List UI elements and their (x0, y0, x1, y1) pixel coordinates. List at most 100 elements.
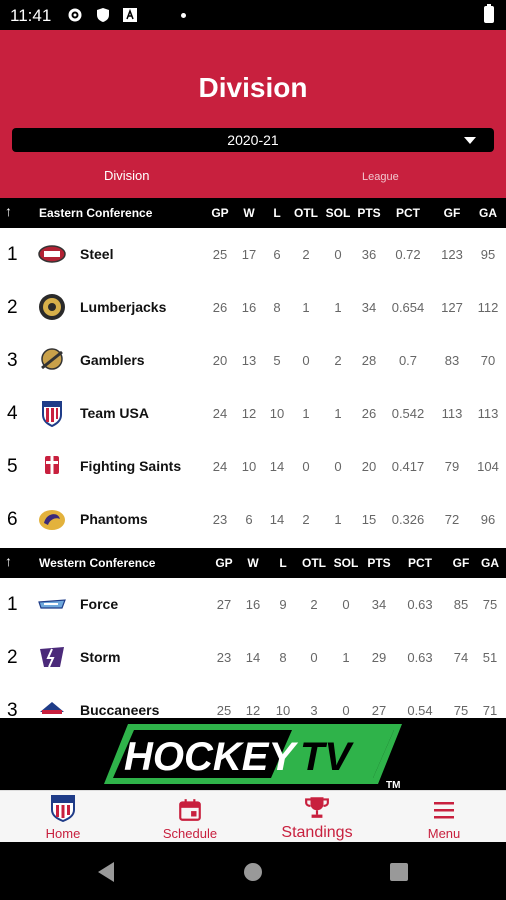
stat-pts: 36 (361, 247, 377, 262)
nav-home-label: Home (45, 826, 81, 841)
stat-pts: 28 (361, 353, 377, 368)
trademark-mark: TM (386, 780, 400, 790)
stat-ga: 75 (482, 597, 498, 612)
back-triangle-icon[interactable] (98, 862, 114, 882)
col-header-otl[interactable]: OTL (288, 206, 324, 220)
col-header-otl[interactable]: OTL (296, 556, 332, 570)
nav-home[interactable]: Home (0, 791, 126, 843)
table-row-storm[interactable]: 2 Storm 23 14 8 0 1 29 0.63 74 51 (0, 631, 506, 684)
stat-gf: 83 (444, 353, 460, 368)
nav-schedule-label: Schedule (162, 826, 218, 841)
force-logo-icon (38, 599, 66, 609)
status-bar: 11:41 (0, 0, 506, 30)
table-row-phantoms[interactable]: 6 Phantoms 23 6 14 2 1 15 0.326 72 96 (0, 493, 506, 546)
sort-arrow-up-icon[interactable]: ↑ (5, 203, 12, 219)
table-row-force[interactable]: 1 Force 27 16 9 2 0 34 0.63 85 75 (0, 578, 506, 631)
battery-icon (484, 4, 494, 23)
stat-pts: 27 (371, 703, 387, 718)
stat-ga: 112 (477, 300, 499, 315)
col-header-pts[interactable]: PTS (361, 556, 397, 570)
storm-logo-icon (40, 647, 64, 668)
conference-name: Western Conference (39, 556, 156, 570)
team-name: Gamblers (80, 352, 145, 368)
stat-pct: 0.63 (407, 597, 433, 612)
col-header-gf[interactable]: GF (434, 206, 470, 220)
team-name: Storm (80, 649, 121, 665)
stat-pts: 26 (361, 406, 377, 421)
stat-otl: 0 (302, 459, 310, 474)
col-header-sol[interactable]: SOL (328, 556, 364, 570)
home-circle-icon[interactable] (244, 863, 262, 881)
team-rank: 4 (7, 403, 18, 424)
stat-ga: 96 (480, 512, 496, 527)
nav-standings[interactable]: Standings (254, 791, 380, 843)
team-name: Lumberjacks (80, 299, 167, 315)
stat-pct: 0.654 (391, 300, 425, 315)
season-select-value: 2020-21 (227, 132, 279, 148)
shield-icon (97, 8, 109, 22)
nav-menu[interactable]: Menu (381, 791, 506, 843)
season-select[interactable]: 2020-21 (12, 128, 494, 152)
col-header-pts[interactable]: PTS (351, 206, 387, 220)
stat-otl: 0 (310, 650, 318, 665)
trophy-icon (305, 797, 329, 818)
sort-arrow-up-icon[interactable]: ↑ (5, 553, 12, 569)
col-header-ga[interactable]: GA (470, 206, 506, 220)
col-header-pct[interactable]: PCT (402, 556, 438, 570)
table-row-fighting-saints[interactable]: 5 Fighting Saints 24 10 14 0 0 20 0.417 … (0, 440, 506, 493)
stat-pts: 34 (361, 300, 377, 315)
recent-apps-square-icon[interactable] (390, 863, 408, 881)
stat-pts: 20 (361, 459, 377, 474)
table-row-lumberjacks[interactable]: 2 Lumberjacks 26 16 8 1 1 34 0.654 127 1… (0, 281, 506, 334)
hockey-wordmark: HOCKEY (124, 735, 298, 779)
stat-ga: 113 (477, 406, 499, 421)
stat-otl: 1 (302, 406, 310, 421)
stat-ga: 51 (482, 650, 498, 665)
nav-standings-label: Standings (281, 824, 353, 841)
table-row-team-usa[interactable]: 4 Team USA 24 12 10 1 1 26 0.542 113 113 (0, 387, 506, 440)
stat-pct: 0.326 (391, 512, 425, 527)
stat-otl: 2 (302, 512, 310, 527)
team-name: Buccaneers (80, 702, 160, 718)
font-a-icon (123, 8, 137, 22)
stat-gf: 113 (441, 406, 463, 421)
stat-sol: 0 (342, 703, 350, 718)
team-name: Team USA (80, 405, 149, 421)
page-title: Division (198, 72, 308, 103)
col-header-ga[interactable]: GA (472, 556, 506, 570)
stat-otl: 1 (302, 300, 310, 315)
table-row-steel[interactable]: 1 Steel 25 17 6 2 0 36 0.72 123 95 (0, 228, 506, 281)
team-rank: 1 (7, 244, 18, 265)
team-rank: 1 (7, 594, 18, 615)
lumberjacks-logo-icon (39, 294, 65, 320)
stat-sol: 1 (342, 650, 350, 665)
nav-schedule[interactable]: Schedule (127, 791, 253, 843)
team-rank: 6 (7, 509, 18, 530)
stat-ga: 71 (482, 703, 498, 718)
bottom-navigation: Home Schedule Standings Menu (0, 790, 506, 842)
team-name: Steel (80, 246, 114, 262)
hamburger-menu-icon (434, 802, 454, 819)
stat-otl: 2 (310, 597, 318, 612)
caret-down-icon (464, 137, 476, 144)
tab-league[interactable]: League (362, 171, 399, 183)
stat-pct: 0.542 (391, 406, 425, 421)
stat-pct: 0.417 (391, 459, 425, 474)
tab-division[interactable]: Division (104, 168, 150, 183)
hockeytv-logo: HOCKEY TV TM (104, 724, 402, 791)
phantoms-logo-icon (39, 510, 65, 530)
steel-logo-icon (38, 245, 66, 263)
team-rank: 5 (7, 456, 18, 477)
stat-gf: 79 (444, 459, 460, 474)
stat-otl: 3 (310, 703, 318, 718)
gamblers-logo-icon (41, 348, 63, 370)
hockeytv-ad-banner[interactable]: HOCKEY TV TM (0, 718, 506, 791)
conference-name: Eastern Conference (39, 206, 153, 220)
col-header-pct[interactable]: PCT (390, 206, 426, 220)
table-row-gamblers[interactable]: 3 Gamblers 20 13 5 0 2 28 0.7 83 70 (0, 334, 506, 387)
stat-pct: 0.72 (395, 247, 421, 262)
calendar-icon (179, 799, 201, 821)
stat-pts: 15 (361, 512, 377, 527)
settings-gear-icon (68, 8, 82, 22)
stat-sol: 0 (342, 597, 350, 612)
